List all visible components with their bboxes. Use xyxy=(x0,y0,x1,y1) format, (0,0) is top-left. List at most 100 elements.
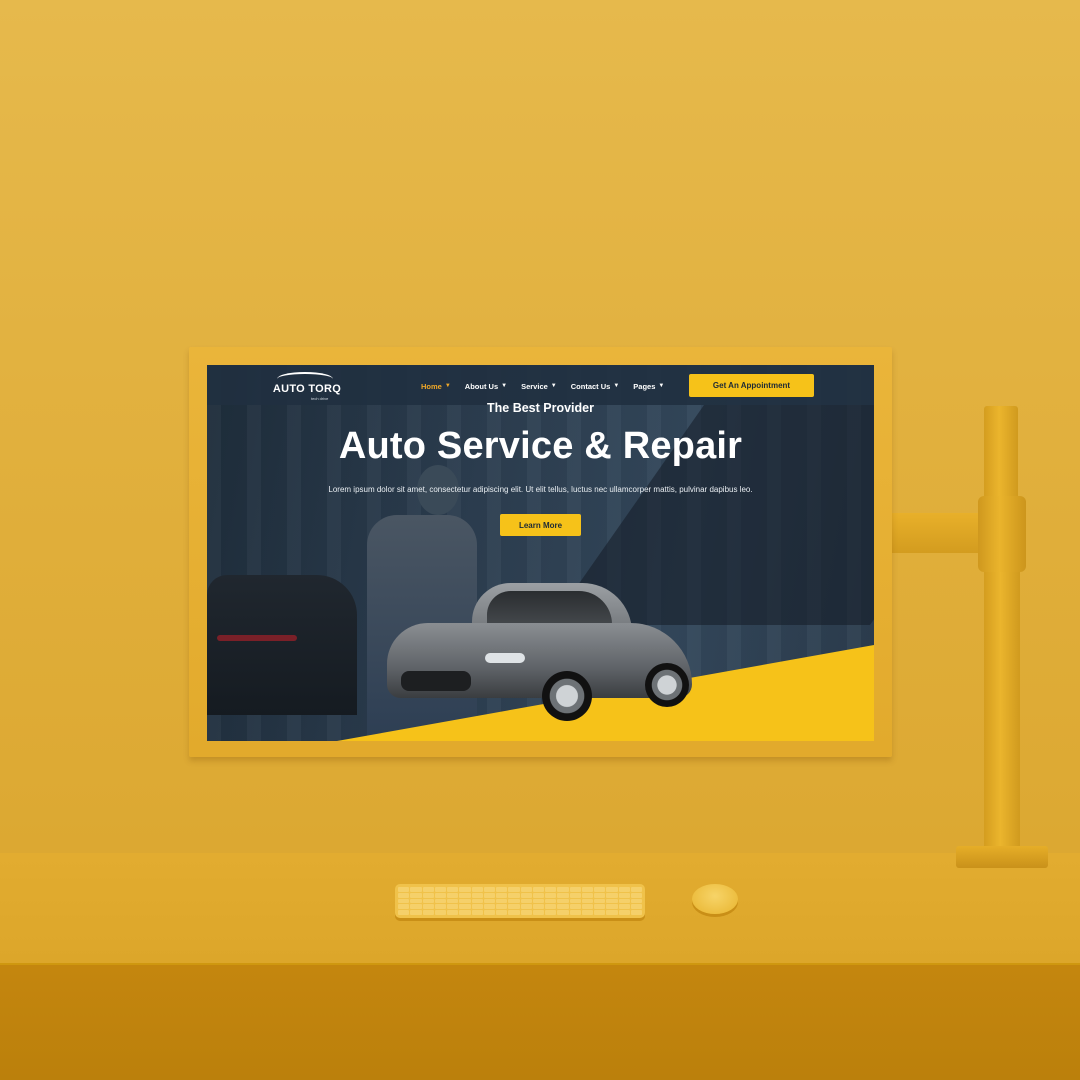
keyboard-key xyxy=(434,904,446,910)
keyboard-key xyxy=(496,887,508,892)
site-logo[interactable]: AUTO TORQ tech drive xyxy=(271,370,343,402)
keyboard-key xyxy=(569,904,581,910)
sports-car-image xyxy=(387,583,697,723)
menu-item-pages[interactable]: Pages ▼ xyxy=(633,379,664,393)
keyboard-key xyxy=(630,898,642,904)
keyboard-key xyxy=(483,887,495,892)
hero-title: Auto Service & Repair xyxy=(338,425,743,467)
chevron-down-icon: ▼ xyxy=(501,383,508,389)
keyboard-key xyxy=(471,910,483,915)
keyboard-key xyxy=(508,892,520,898)
learn-more-button[interactable]: Learn More xyxy=(500,514,581,536)
car-windshield xyxy=(487,591,612,626)
keyboard-key xyxy=(581,904,593,910)
keyboard-key xyxy=(410,887,422,892)
keyboard-key xyxy=(606,892,618,898)
keyboard-key xyxy=(483,898,495,904)
keyboard-key xyxy=(532,887,544,892)
keyboard-key xyxy=(422,910,434,915)
chevron-down-icon: ▼ xyxy=(658,383,665,389)
keyboard-key xyxy=(581,910,593,915)
taillight xyxy=(217,635,297,641)
keyboard-key xyxy=(569,898,581,904)
keyboard-key xyxy=(532,904,544,910)
keyboard-key xyxy=(447,887,459,892)
keyboard-key xyxy=(410,904,422,910)
keyboard-key xyxy=(557,892,569,898)
menu-item-contact-us[interactable]: Contact Us ▼ xyxy=(571,379,620,393)
keyboard-key xyxy=(459,910,471,915)
keyboard-key xyxy=(471,892,483,898)
keyboard-key xyxy=(459,904,471,910)
keyboard-key xyxy=(398,887,410,892)
keyboard-key xyxy=(581,898,593,904)
stand-joint xyxy=(978,496,1026,572)
keyboard-key xyxy=(557,898,569,904)
yellow-room-scene: AUTO TORQ tech drive Home ▼ About Us ▼ Ser… xyxy=(0,0,1080,1080)
menu-item-about-us[interactable]: About Us ▼ xyxy=(465,379,507,393)
menu-item-home[interactable]: Home ▼ xyxy=(421,379,451,393)
stand-pole xyxy=(984,568,1020,858)
keyboard-key xyxy=(434,910,446,915)
keyboard-key xyxy=(618,892,630,898)
keyboard-key xyxy=(581,892,593,898)
menu-label: Home xyxy=(421,381,442,391)
keyboard-key xyxy=(532,898,544,904)
keyboard-key xyxy=(557,910,569,915)
keyboard-key xyxy=(545,898,557,904)
keyboard xyxy=(395,884,645,918)
keyboard-key xyxy=(618,898,630,904)
keyboard-key xyxy=(459,887,471,892)
car-front-wheel xyxy=(542,671,592,721)
keyboard-key xyxy=(606,904,618,910)
keyboard-key xyxy=(618,910,630,915)
chevron-down-icon: ▼ xyxy=(550,383,557,389)
keyboard-key xyxy=(520,892,532,898)
menu-item-service[interactable]: Service ▼ xyxy=(521,379,557,393)
keyboard-key xyxy=(594,887,606,892)
hero-subtitle: The Best Provider xyxy=(487,401,594,415)
keyboard-key xyxy=(459,898,471,904)
keyboard-key xyxy=(508,904,520,910)
stand-pole-top xyxy=(984,406,1018,506)
keyboard-key xyxy=(520,910,532,915)
keyboard-key xyxy=(606,898,618,904)
keyboard-key xyxy=(496,898,508,904)
keyboard-key xyxy=(545,887,557,892)
keyboard-key xyxy=(434,892,446,898)
desk-front xyxy=(0,965,1080,1080)
keyboard-key xyxy=(447,904,459,910)
menu-label: Contact Us xyxy=(570,381,611,391)
keyboard-key xyxy=(630,910,642,915)
keyboard-key xyxy=(520,887,532,892)
keyboard-key xyxy=(410,898,422,904)
keyboard-key xyxy=(594,904,606,910)
keyboard-key xyxy=(618,904,630,910)
keyboard-key xyxy=(422,898,434,904)
keyboard-key xyxy=(569,910,581,915)
keyboard-key xyxy=(618,887,630,892)
keyboard-key xyxy=(471,904,483,910)
keyboard-key xyxy=(422,887,434,892)
keyboard-key xyxy=(594,898,606,904)
keyboard-key xyxy=(447,898,459,904)
mouse xyxy=(692,884,738,914)
keyboard-key xyxy=(496,904,508,910)
car-rear-wheel xyxy=(645,663,689,707)
keyboard-key xyxy=(496,910,508,915)
keyboard-key xyxy=(606,887,618,892)
keyboard-key xyxy=(594,910,606,915)
keyboard-key xyxy=(594,892,606,898)
main-menu: Home ▼ About Us ▼ Service ▼ Contact Us ▼ Pag… xyxy=(421,379,664,393)
keyboard-key xyxy=(496,892,508,898)
keyboard-key xyxy=(545,910,557,915)
keyboard-key xyxy=(398,910,410,915)
stand-base xyxy=(956,846,1048,868)
menu-label: About Us xyxy=(464,381,499,391)
chevron-down-icon: ▼ xyxy=(444,383,451,389)
keyboard-key xyxy=(447,910,459,915)
keyboard-key xyxy=(581,887,593,892)
keyboard-key xyxy=(508,910,520,915)
get-appointment-button[interactable]: Get An Appointment xyxy=(689,374,814,397)
keyboard-key xyxy=(606,910,618,915)
